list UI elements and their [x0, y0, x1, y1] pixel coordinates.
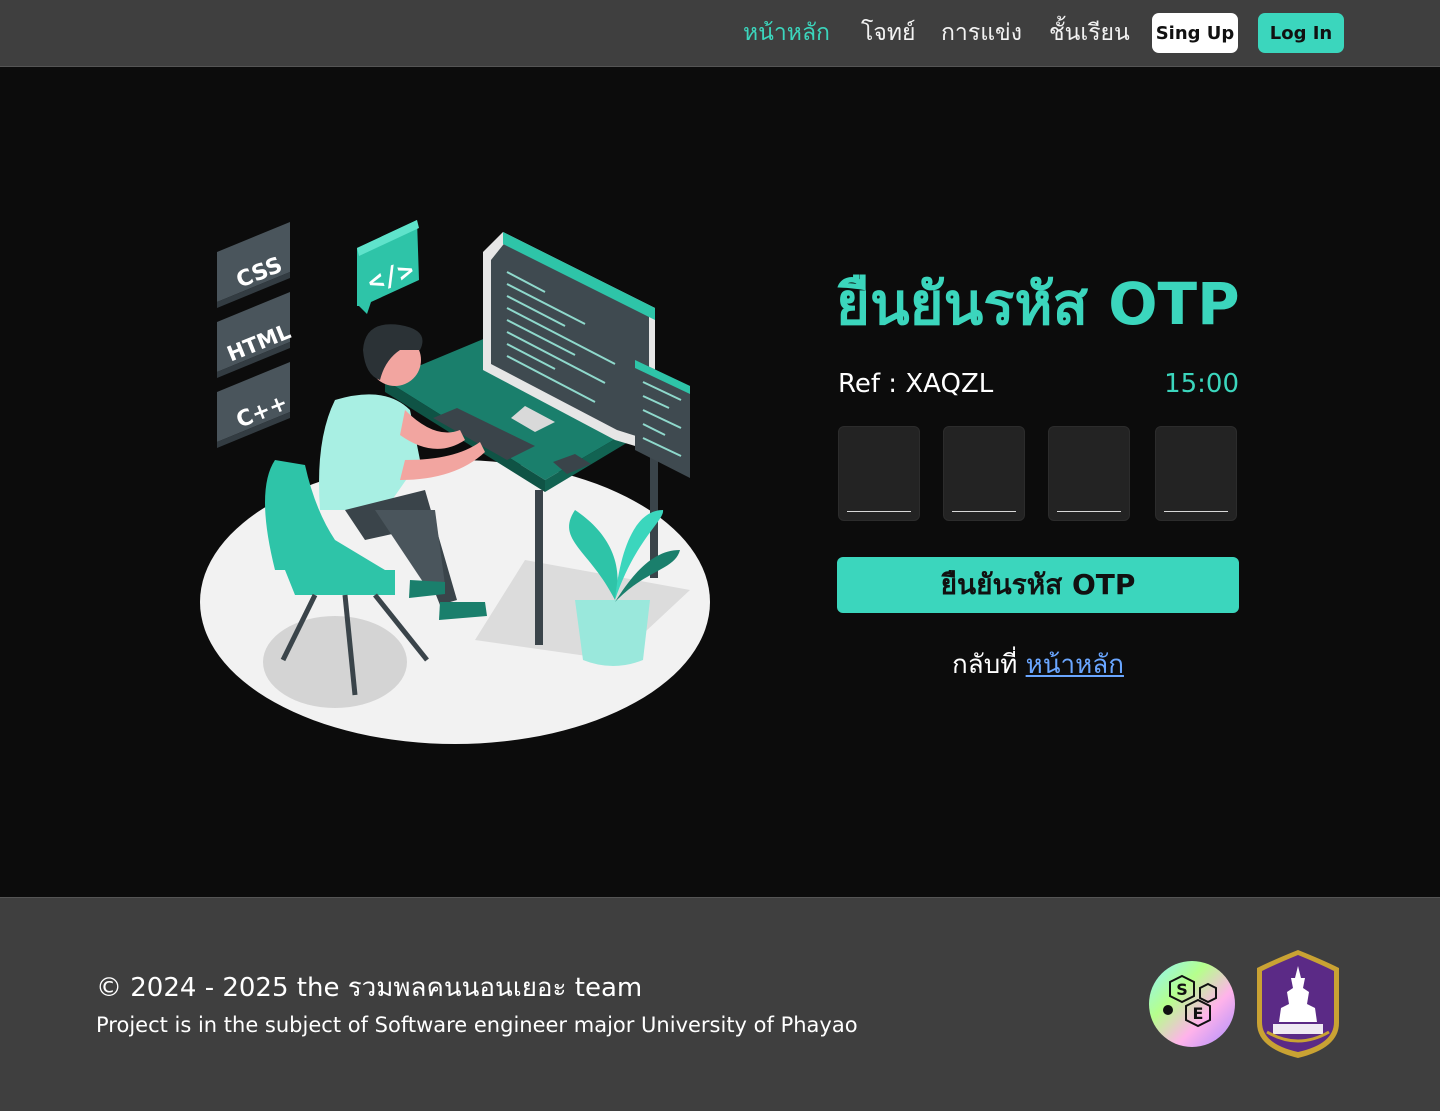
cpp-tag-icon: C++ — [217, 362, 291, 448]
nav-link-classes[interactable]: ชั้นเรียน — [1049, 16, 1130, 50]
otp-digit-input-1[interactable] — [839, 427, 919, 520]
otp-timer: 15:00 — [1164, 369, 1239, 399]
otp-digit-underline — [847, 511, 911, 512]
otp-digit-underline — [1057, 511, 1121, 512]
back-text: กลับที่ — [952, 650, 1018, 680]
se-logo-icon: S E — [1149, 961, 1235, 1047]
nav-link-problems[interactable]: โจทย์ — [861, 16, 915, 50]
login-button[interactable]: Log In — [1258, 13, 1344, 53]
university-of-phayao-logo-icon — [1257, 950, 1339, 1058]
back-to-home-row: กลับที่ หน้าหลัก — [837, 646, 1239, 684]
otp-digit-underline — [1164, 511, 1228, 512]
otp-digit-input-4[interactable] — [1156, 427, 1236, 520]
otp-digit-input-2[interactable] — [944, 427, 1024, 520]
signup-button[interactable]: Sing Up — [1152, 13, 1238, 53]
otp-digit-3[interactable] — [1048, 426, 1130, 521]
footer: © 2024 - 2025 the รวมพลคนนอนเยอะ team Pr… — [0, 897, 1440, 1111]
svg-text:S: S — [1176, 980, 1188, 999]
css-tag-icon: CSS — [217, 222, 290, 308]
ref-code: Ref : XAQZL — [838, 369, 994, 399]
otp-digit-1[interactable] — [838, 426, 920, 521]
otp-digit-underline — [952, 511, 1016, 512]
footer-copyright: © 2024 - 2025 the รวมพลคนนอนเยอะ team — [96, 973, 643, 1003]
otp-digit-4[interactable] — [1155, 426, 1237, 521]
developer-illustration: CSS HTML C++ </> — [200, 220, 710, 744]
back-home-link[interactable]: หน้าหลัก — [1026, 650, 1124, 680]
code-bubble-icon: </> — [357, 220, 419, 314]
svg-text:E: E — [1193, 1004, 1204, 1023]
otp-title: ยืนยันรหัส OTP — [836, 270, 1240, 338]
verify-otp-button[interactable]: ยืนยันรหัส OTP — [837, 557, 1239, 613]
top-navbar: หน้าหลัก โจทย์ การแข่ง ชั้นเรียน Sing Up… — [0, 0, 1440, 67]
nav-link-home[interactable]: หน้าหลัก — [743, 16, 830, 50]
otp-digit-2[interactable] — [943, 426, 1025, 521]
nav-link-contests[interactable]: การแข่ง — [941, 16, 1022, 50]
footer-subtitle: Project is in the subject of Software en… — [96, 1013, 858, 1037]
otp-digit-input-3[interactable] — [1049, 427, 1129, 520]
